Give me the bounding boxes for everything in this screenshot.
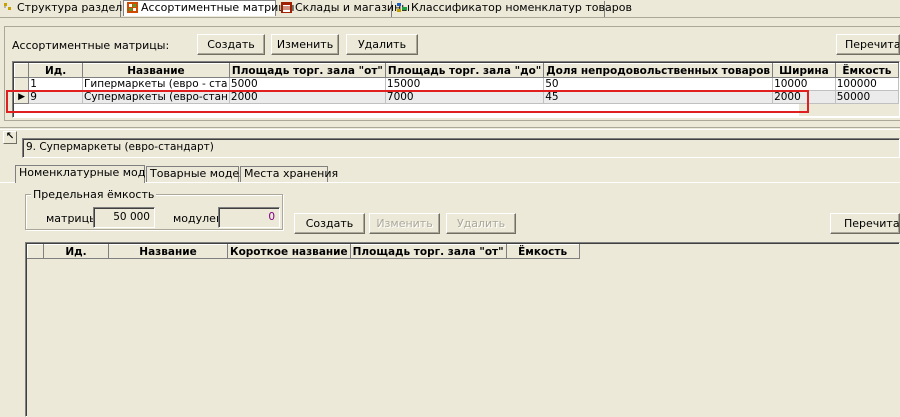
top-divider <box>0 17 900 18</box>
tab-storage-places[interactable]: Места хранения <box>240 166 338 182</box>
tab-warehouses-label: Склады и магазины <box>295 1 410 14</box>
tab-classifier-label: Классификатор номенклатур товаров <box>411 1 632 14</box>
modules-capacity-label: модулей <box>173 212 224 225</box>
tab-warehouses[interactable]: Склады и магазины <box>278 1 410 17</box>
tab-assortment-matrices-label: Ассортиментные матрицы <box>141 1 295 14</box>
edit-module-button[interactable]: Изменить <box>369 213 440 234</box>
matrices-header-row: Ид. Название Площадь торг. зала "от" Пло… <box>13 63 900 78</box>
tab-assortment-matrices[interactable]: Ассортиментные матрицы <box>123 0 294 16</box>
modules-grid-empty-area <box>27 244 900 417</box>
delete-module-button[interactable]: Удалить <box>446 213 516 234</box>
cell-width[interactable]: 10000 <box>772 77 836 91</box>
modules-grid[interactable]: Ид. Название Короткое название Площадь т… <box>25 242 900 417</box>
top-tab-strip: Структура разделов Ассортиментные матриц… <box>0 0 900 17</box>
refresh-matrices-button[interactable]: Перечитать <box>836 34 900 55</box>
modules-col-capacity[interactable]: Ёмкость <box>505 244 580 259</box>
collapse-button[interactable]: ↖ <box>3 131 17 144</box>
refresh-modules-button[interactable]: Перечитать <box>830 213 900 234</box>
cell-id[interactable]: 1 <box>28 77 83 91</box>
create-module-button[interactable]: Создать <box>294 213 365 234</box>
matrix-icon <box>127 2 138 13</box>
delete-matrix-button[interactable]: Удалить <box>346 34 418 55</box>
matrix-capacity-label: матрицы <box>46 212 98 225</box>
create-matrix-button[interactable]: Создать <box>197 34 265 55</box>
modules-col-area-from[interactable]: Площадь торг. зала "от" <box>349 244 507 259</box>
modules-table: Ид. Название Короткое название Площадь т… <box>27 244 580 259</box>
capacity-group-legend: Предельная ёмкость <box>31 188 157 201</box>
matrices-col-name[interactable]: Название <box>82 63 230 78</box>
matrices-col-area-from[interactable]: Площадь торг. зала "от" <box>228 63 386 78</box>
cell-area-from[interactable]: 5000 <box>229 77 386 91</box>
tab-nomenclature-modules[interactable]: Номенклатурные модули <box>15 165 166 183</box>
tab-structure[interactable]: Структура разделов <box>0 1 136 17</box>
cell-name[interactable]: Гипермаркеты (евро - ста <box>82 77 230 91</box>
cell-area-to[interactable]: 15000 <box>385 77 545 91</box>
tab-structure-label: Структура разделов <box>17 1 136 14</box>
classifier-icon <box>397 2 408 13</box>
cell-nonfood-share[interactable]: 50 <box>543 77 774 91</box>
modules-col-name[interactable]: Название <box>108 244 228 259</box>
matrices-col-area-to[interactable]: Площадь торг. зала "до" <box>384 63 545 78</box>
modules-header-indicator <box>27 244 44 259</box>
matrices-section-label: Ассортиментные матрицы: <box>12 39 170 52</box>
table-row[interactable]: 1 Гипермаркеты (евро - ста 5000 15000 50… <box>13 77 900 91</box>
tree-icon <box>3 2 14 13</box>
selection-highlight-box <box>6 90 809 113</box>
modules-capacity-field: 0 <box>218 207 280 228</box>
modules-col-id[interactable]: Ид. <box>43 244 109 259</box>
modules-header-row: Ид. Название Короткое название Площадь т… <box>27 244 580 259</box>
tab-product-models[interactable]: Товарные модели <box>146 166 253 182</box>
cell-capacity[interactable]: 100000 <box>835 77 900 91</box>
matrix-capacity-field: 50 000 <box>93 207 155 228</box>
cell-capacity[interactable]: 50000 <box>835 90 900 104</box>
matrices-col-nonfood-share[interactable]: Доля непродовольственных товаров <box>543 63 774 78</box>
matrices-col-id[interactable]: Ид. <box>28 63 83 78</box>
matrices-header-indicator <box>13 63 30 78</box>
detail-title: 9. Супермаркеты (евро-стандарт) <box>26 141 214 153</box>
edit-matrix-button[interactable]: Изменить <box>271 34 339 55</box>
matrices-col-capacity[interactable]: Ёмкость <box>834 63 900 78</box>
store-icon <box>281 2 292 13</box>
tab-classifier[interactable]: Классификатор номенклатур товаров <box>394 1 632 17</box>
splitter[interactable] <box>0 127 900 130</box>
modules-col-short-name[interactable]: Короткое название <box>227 244 351 259</box>
row-indicator[interactable] <box>13 77 30 91</box>
matrices-col-width[interactable]: Ширина <box>772 63 836 78</box>
